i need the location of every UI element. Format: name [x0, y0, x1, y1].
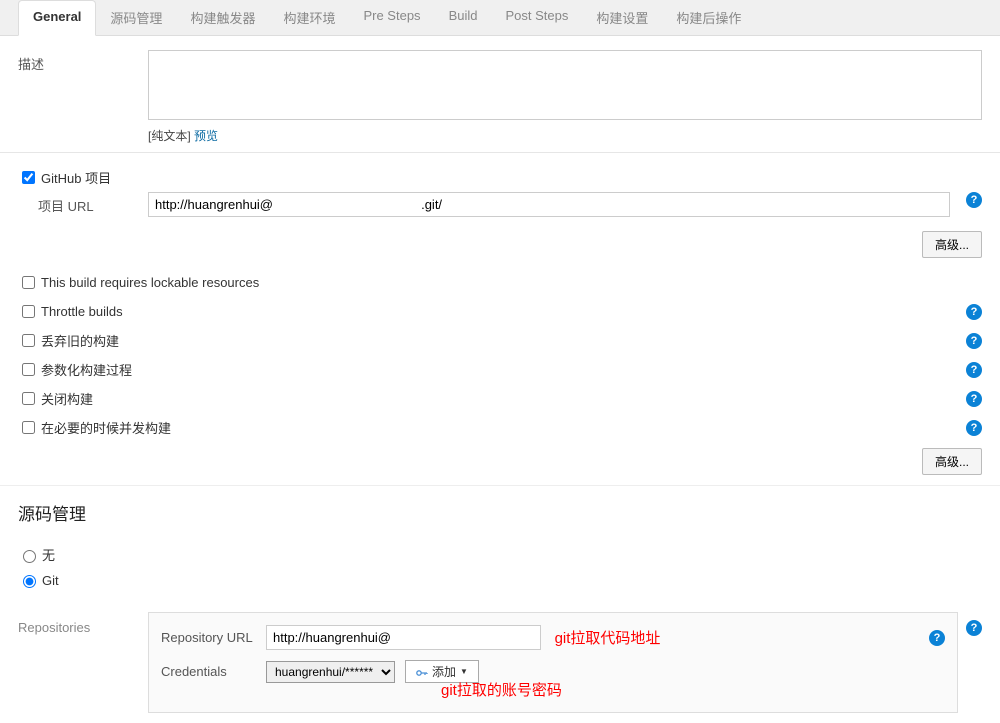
advanced-button[interactable]: 高级... — [922, 231, 982, 258]
scm-section-title: 源码管理 — [0, 485, 1000, 535]
tab-post-steps[interactable]: Post Steps — [491, 0, 582, 35]
credentials-label: Credentials — [161, 664, 266, 679]
annotation-credentials: git拉取的账号密码 — [441, 679, 945, 700]
disable-label: 关闭构建 — [41, 389, 958, 408]
help-icon[interactable]: ? — [966, 391, 982, 407]
github-project-checkbox[interactable] — [22, 171, 35, 184]
advanced-button-2[interactable]: 高级... — [922, 448, 982, 475]
tab-triggers[interactable]: 构建触发器 — [176, 0, 269, 35]
description-textarea[interactable] — [148, 50, 982, 120]
repo-url-input[interactable] — [266, 625, 541, 650]
tab-build-settings[interactable]: 构建设置 — [582, 0, 662, 35]
tab-build[interactable]: Build — [435, 0, 492, 35]
preview-link[interactable]: 预览 — [194, 129, 218, 143]
key-icon — [416, 667, 428, 677]
discard-label: 丢弃旧的构建 — [41, 331, 958, 350]
scm-none-radio[interactable] — [23, 550, 36, 563]
lockable-checkbox[interactable] — [22, 276, 35, 289]
help-icon[interactable]: ? — [966, 304, 982, 320]
tab-general[interactable]: General — [18, 0, 96, 36]
help-icon[interactable]: ? — [966, 333, 982, 349]
github-project-label: GitHub 项目 — [41, 168, 982, 187]
parameterized-label: 参数化构建过程 — [41, 360, 958, 379]
repositories-label: Repositories — [18, 612, 148, 713]
tab-scm[interactable]: 源码管理 — [96, 0, 176, 35]
concurrent-checkbox[interactable] — [22, 421, 35, 434]
annotation-url: git拉取代码地址 — [555, 627, 661, 648]
throttle-checkbox[interactable] — [22, 305, 35, 318]
config-tabs: General 源码管理 构建触发器 构建环境 Pre Steps Build … — [0, 0, 1000, 36]
parameterized-checkbox[interactable] — [22, 363, 35, 376]
help-icon[interactable]: ? — [929, 630, 945, 646]
scm-git-radio[interactable] — [23, 575, 36, 588]
help-icon[interactable]: ? — [966, 362, 982, 378]
repository-block: Repository URL git拉取代码地址 ? Credentials h… — [148, 612, 958, 713]
help-icon[interactable]: ? — [966, 620, 982, 636]
tab-pre-steps[interactable]: Pre Steps — [349, 0, 434, 35]
disable-checkbox[interactable] — [22, 392, 35, 405]
scm-none-label: 无 — [42, 545, 55, 564]
credentials-select[interactable]: huangrenhui/****** — [266, 661, 395, 683]
discard-checkbox[interactable] — [22, 334, 35, 347]
plain-text-label: [纯文本] — [148, 129, 191, 143]
help-icon[interactable]: ? — [966, 192, 982, 208]
help-icon[interactable]: ? — [966, 420, 982, 436]
scm-git-label: Git — [42, 573, 59, 588]
lockable-label: This build requires lockable resources — [41, 275, 982, 290]
tab-post-build[interactable]: 构建后操作 — [662, 0, 755, 35]
throttle-label: Throttle builds — [41, 304, 958, 319]
repo-url-label: Repository URL — [161, 630, 266, 645]
project-url-label: 项目 URL — [38, 192, 148, 215]
description-label: 描述 — [18, 50, 148, 73]
project-url-input[interactable] — [148, 192, 950, 217]
concurrent-label: 在必要的时候并发构建 — [41, 418, 958, 437]
tab-build-env[interactable]: 构建环境 — [269, 0, 349, 35]
